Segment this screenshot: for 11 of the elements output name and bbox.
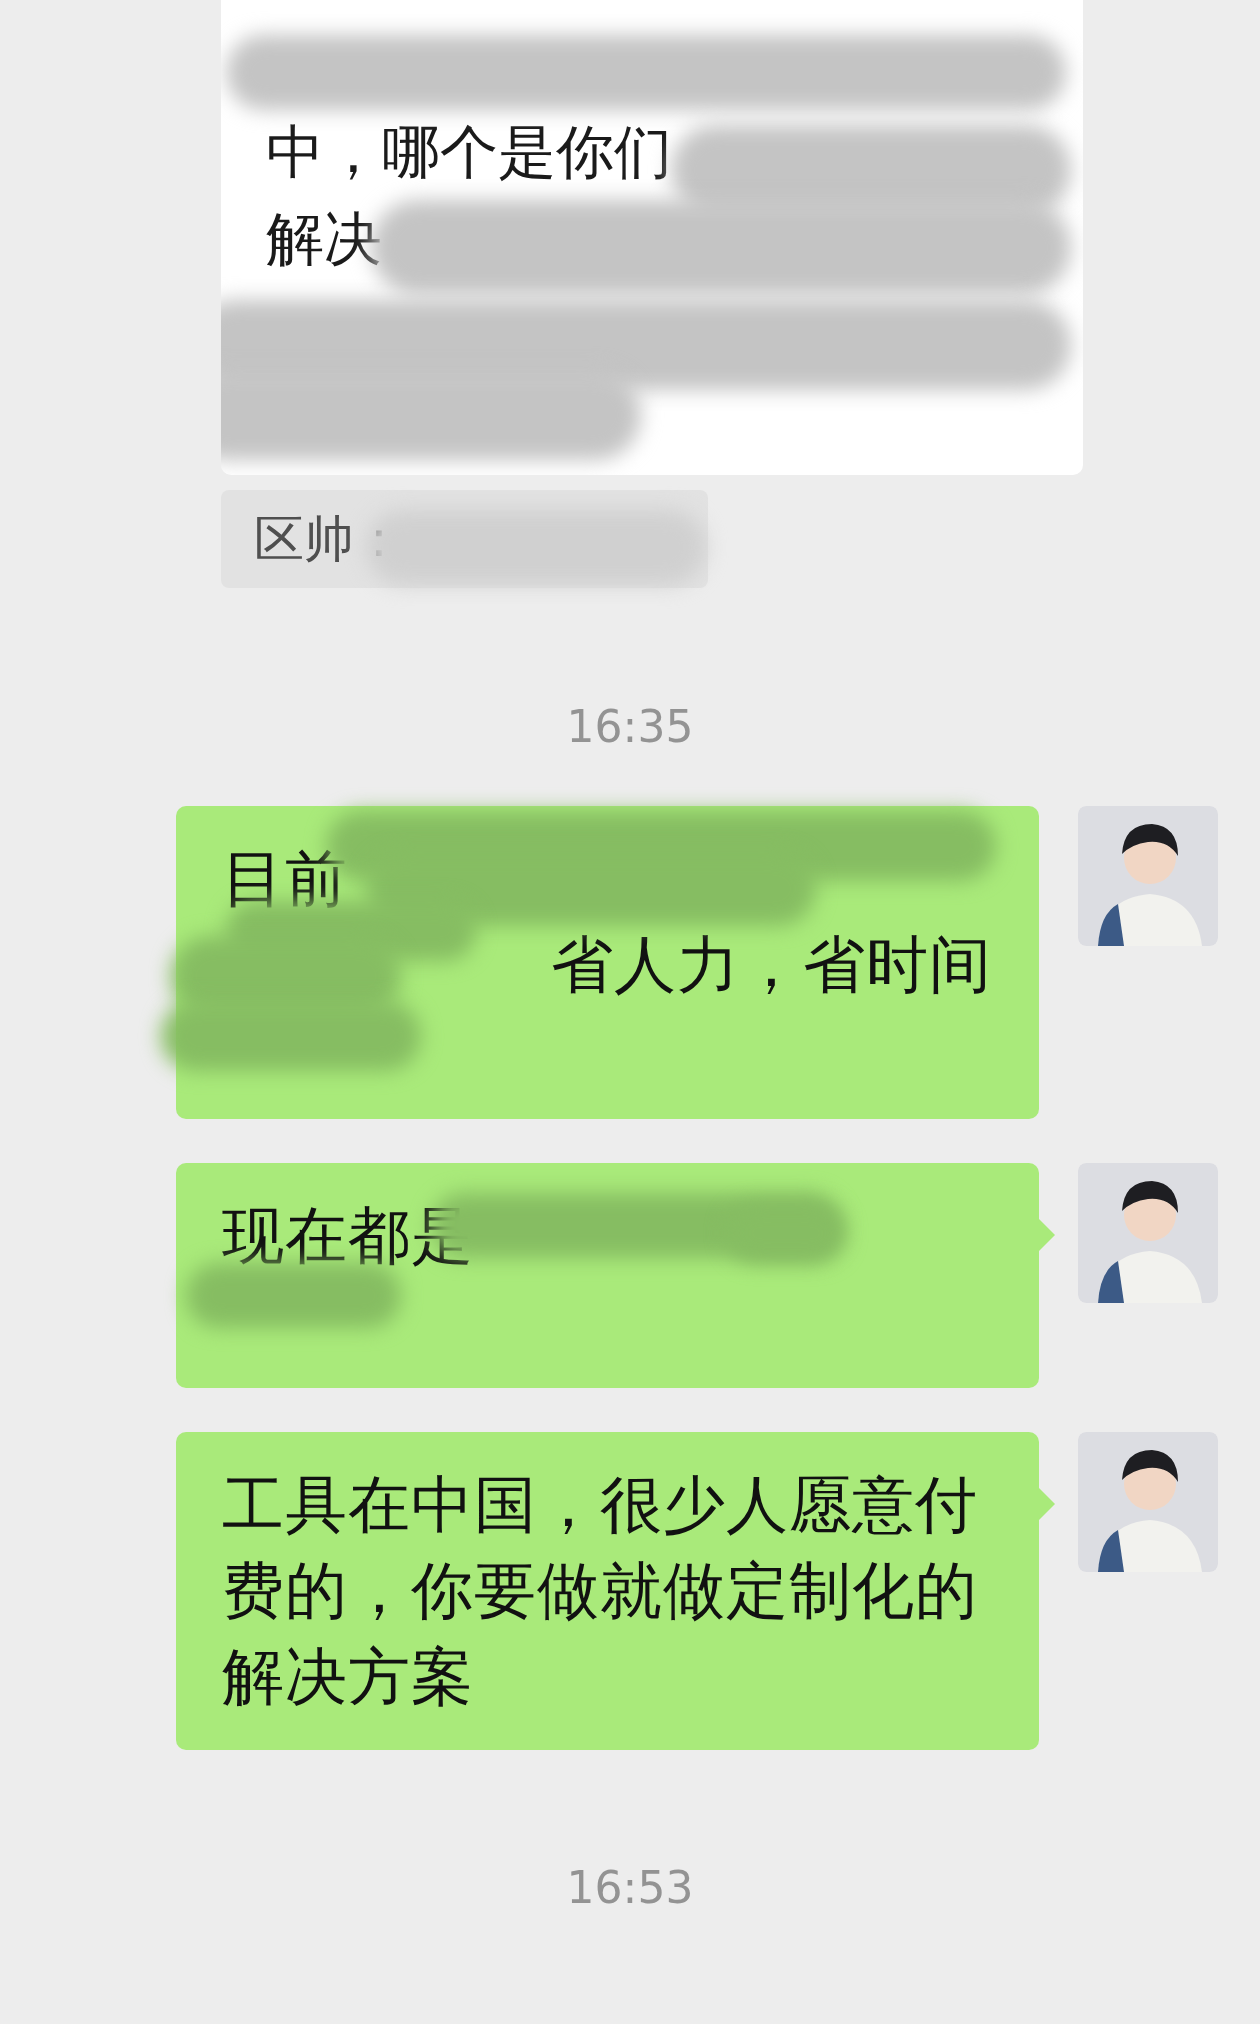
message-text: 省人力，省时间 — [551, 927, 993, 1003]
message-text: 解决 — [266, 204, 383, 275]
timestamp: 16:35 — [566, 700, 694, 754]
message-text: 中，哪个是你们 — [266, 117, 673, 188]
message-text: 目前 — [222, 841, 349, 917]
avatar[interactable] — [1078, 1432, 1218, 1572]
message-text: 工具在中国，很少人愿意付费的，你要做就做定制化的解决方案 — [222, 1467, 979, 1715]
avatar[interactable] — [1078, 1163, 1218, 1303]
avatar[interactable] — [1078, 806, 1218, 946]
quote-text: 区帅： — [254, 508, 404, 570]
timestamp: 16:53 — [566, 1861, 694, 1915]
